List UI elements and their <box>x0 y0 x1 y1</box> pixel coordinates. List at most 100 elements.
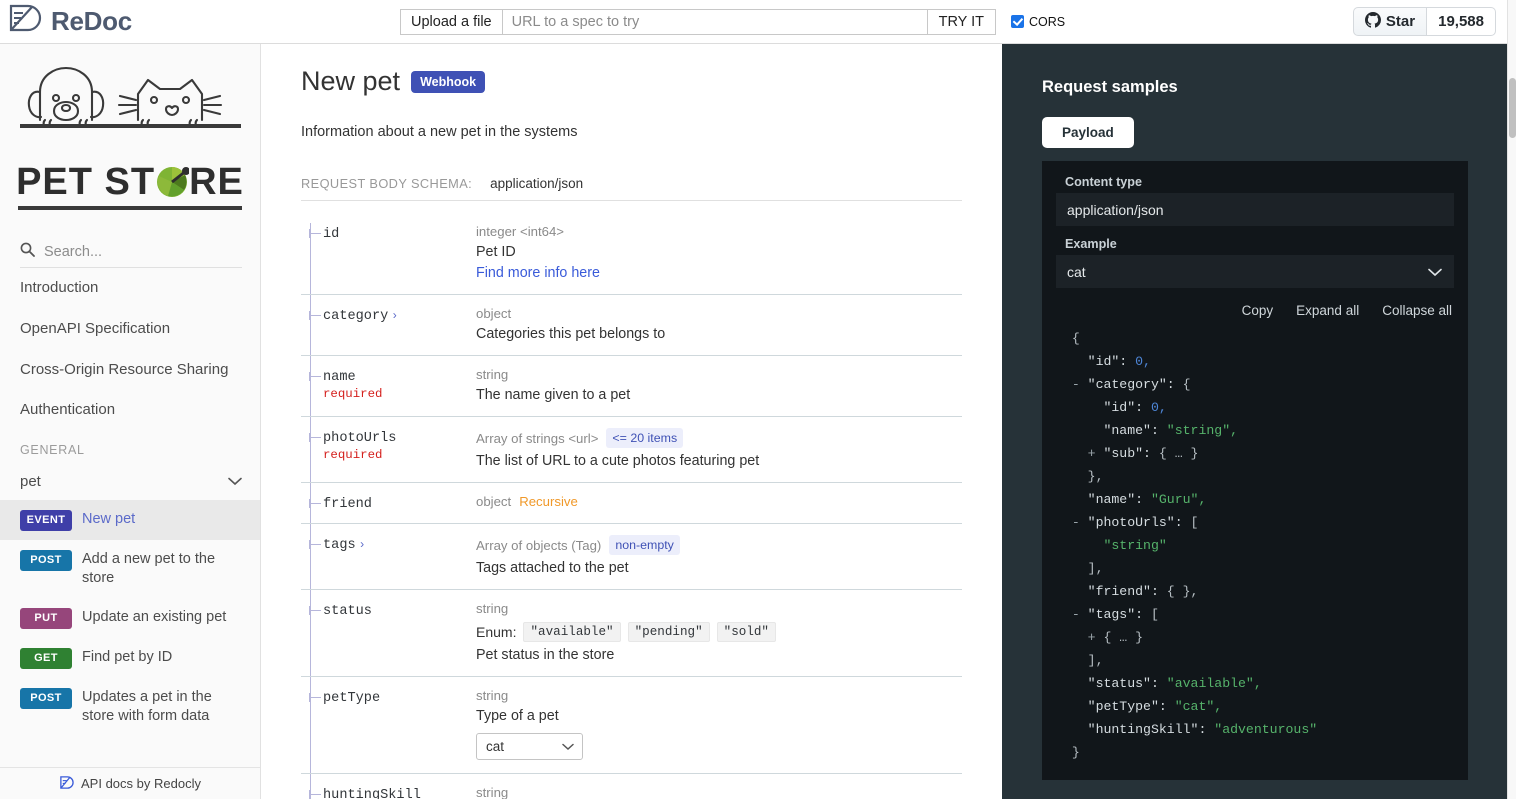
spec-url-input[interactable] <box>503 9 927 35</box>
code-indent <box>1056 745 1072 760</box>
try-it-button[interactable]: TRY IT <box>927 9 996 35</box>
github-star-widget: Star 19,588 <box>1353 7 1496 36</box>
code-token: ], <box>1088 653 1104 668</box>
sidebar: PET ST RE <box>0 44 261 799</box>
sidebar-item-openapi-specification[interactable]: OpenAPI Specification <box>0 309 260 350</box>
example-select[interactable]: cat <box>1056 255 1454 288</box>
sidebar-item-update-an-existing-pet[interactable]: PUT Update an existing pet <box>0 598 260 638</box>
github-star-button[interactable]: Star <box>1353 7 1427 36</box>
cors-toggle[interactable]: CORS <box>1011 15 1065 29</box>
github-star-count[interactable]: 19,588 <box>1427 7 1496 36</box>
logo-divider <box>18 206 242 210</box>
code-line: "huntingSkill": "adventurous" <box>1056 718 1454 741</box>
code-indent <box>1056 331 1072 346</box>
sample-code-panel: Content type application/json Example ca… <box>1042 161 1468 780</box>
pet-type-select[interactable]: cat <box>476 733 583 760</box>
sidebar-footer[interactable]: API docs by Redocly <box>0 767 260 799</box>
property-name-cell[interactable]: category › <box>301 295 476 355</box>
code-indent <box>1056 699 1088 714</box>
property-name-cell: id <box>301 213 476 294</box>
redoc-page: ReDoc Upload a file TRY IT CORS Star 19,… <box>0 0 1516 799</box>
sidebar-item-new-pet-label: New pet <box>82 509 135 530</box>
property-constraint-badge: non-empty <box>609 535 680 555</box>
code-value: 0, <box>1135 354 1151 369</box>
top-toolbar: ReDoc Upload a file TRY IT CORS Star 19,… <box>0 0 1508 44</box>
expand-marker-icon[interactable]: + <box>1056 446 1103 461</box>
search-input[interactable] <box>44 244 242 260</box>
property-constraint-badge: <= 20 items <box>606 428 683 448</box>
code-key: "name": <box>1103 423 1166 438</box>
code-line: "id": 0, <box>1056 396 1454 419</box>
table-row: category › object Categories this pet be… <box>301 295 962 356</box>
method-badge-get: GET <box>20 648 72 669</box>
property-type: string <box>476 688 962 703</box>
property-type: object Recursive <box>476 494 962 509</box>
copy-button[interactable]: Copy <box>1242 303 1274 318</box>
sidebar-item-cross-origin-resource-sharing[interactable]: Cross-Origin Resource Sharing <box>0 350 260 391</box>
property-type: Array of objects (Tag) non-empty <box>476 535 962 555</box>
sidebar-item-authentication[interactable]: Authentication <box>0 390 260 431</box>
code-indent <box>1056 722 1088 737</box>
sidebar-item-updates-a-pet-with-form-data[interactable]: POST Updates a pet in the store with for… <box>0 678 260 736</box>
main-content: New pet Webhook Information about a new … <box>261 44 1002 799</box>
property-type: Array of strings <url> <= 20 items <box>476 428 962 448</box>
property-name-cell: status <box>301 590 476 676</box>
code-indent <box>1056 400 1103 415</box>
property-type-text: object <box>476 494 511 509</box>
code-line: "petType": "cat", <box>1056 695 1454 718</box>
property-name-cell[interactable]: tags › <box>301 524 476 589</box>
code-value: "available", <box>1167 676 1262 691</box>
code-line: "name": "Guru", <box>1056 488 1454 511</box>
github-star-label: Star <box>1386 13 1415 30</box>
expand-marker-icon[interactable]: + <box>1056 630 1103 645</box>
collapse-all-button[interactable]: Collapse all <box>1382 303 1452 318</box>
property-name: category <box>323 309 388 324</box>
property-type: integer <int64> <box>476 224 962 239</box>
table-row: friend object Recursive <box>301 483 962 524</box>
expand-all-button[interactable]: Expand all <box>1296 303 1359 318</box>
code-key: "name": <box>1088 492 1151 507</box>
enum-value: "sold" <box>717 622 776 642</box>
sidebar-item-introduction[interactable]: Introduction <box>0 268 260 309</box>
property-description: Type of a pet <box>476 708 962 724</box>
sidebar-item-find-pet-by-id[interactable]: GET Find pet by ID <box>0 638 260 678</box>
sidebar-nav: Introduction OpenAPI Specification Cross… <box>0 268 260 431</box>
property-name: photoUrls <box>323 431 396 446</box>
code-line: - "category": { <box>1056 373 1454 396</box>
code-line: }, <box>1056 465 1454 488</box>
chevron-right-icon[interactable]: › <box>393 308 397 322</box>
collapse-marker-icon[interactable]: - <box>1056 515 1088 530</box>
code-key: "tags": <box>1088 607 1151 622</box>
sidebar-search[interactable] <box>20 242 242 268</box>
sidebar-item-add-a-new-pet-to-the-store[interactable]: POST Add a new pet to the store <box>0 540 260 598</box>
chevron-right-icon[interactable]: › <box>360 537 364 551</box>
page-scrollbar-thumb[interactable] <box>1509 78 1516 138</box>
property-enum-row: Enum: "available" "pending" "sold" <box>476 622 962 642</box>
code-indent <box>1056 469 1088 484</box>
code-indent <box>1056 538 1103 553</box>
code-indent <box>1056 492 1088 507</box>
logo-pie-icon <box>155 165 189 199</box>
upload-file-button[interactable]: Upload a file <box>400 9 503 35</box>
json-sample-code: { "id": 0, - "category": { "id": 0, "nam… <box>1056 327 1454 764</box>
tab-payload[interactable]: Payload <box>1042 117 1134 148</box>
property-body: string Type of a pet cat <box>476 677 962 773</box>
cors-checkbox[interactable] <box>1011 15 1024 28</box>
code-line: "friend": { }, <box>1056 580 1454 603</box>
code-line: { <box>1056 327 1454 350</box>
property-link[interactable]: Find more info here <box>476 265 962 281</box>
sidebar-group-pet[interactable]: pet <box>0 463 260 500</box>
sidebar-group-label: GENERAL <box>0 431 260 463</box>
property-body: string <box>476 774 962 799</box>
code-indent <box>1056 423 1103 438</box>
sidebar-item-new-pet[interactable]: EVENT New pet <box>0 500 260 540</box>
search-icon <box>20 242 35 262</box>
property-name-cell: friend <box>301 483 476 523</box>
code-key: "friend": <box>1088 584 1167 599</box>
chevron-down-icon <box>228 473 242 490</box>
collapse-marker-icon[interactable]: - <box>1056 377 1088 392</box>
property-type-text: Array of strings <url> <box>476 431 598 446</box>
page-scrollbar[interactable] <box>1507 0 1516 799</box>
collapse-marker-icon[interactable]: - <box>1056 607 1088 622</box>
property-name: friend <box>323 497 372 512</box>
